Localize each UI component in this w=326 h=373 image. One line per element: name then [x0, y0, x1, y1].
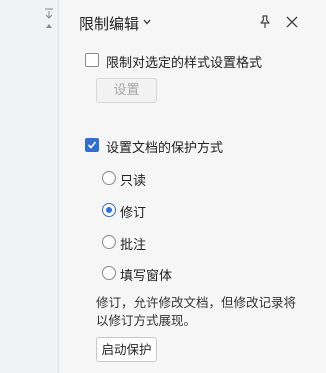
- checkmark-icon: [87, 141, 97, 149]
- pin-icon[interactable]: [257, 14, 273, 30]
- protection-label: 设置文档的保护方式: [106, 141, 224, 156]
- radio-readonly-label: 只读: [120, 174, 147, 189]
- radio-readonly[interactable]: [102, 171, 116, 185]
- radio-fill-form-label: 填写窗体: [120, 269, 173, 284]
- radio-revision[interactable]: [102, 203, 116, 217]
- left-strip: [0, 0, 59, 373]
- settings-button: 设置: [96, 78, 157, 103]
- format-restriction-checkbox[interactable]: [85, 53, 99, 67]
- panel-title[interactable]: 限制编辑: [79, 13, 139, 34]
- protection-description: 修订，允许修改文档，但修改记录将以修订方式展现。: [96, 295, 297, 328]
- radio-comment-label: 批注: [120, 238, 147, 253]
- panel-header: 限制编辑: [59, 0, 326, 44]
- close-icon[interactable]: [285, 15, 299, 29]
- radio-revision-label: 修订: [120, 206, 147, 221]
- split-handle-icon[interactable]: [43, 6, 55, 30]
- radio-fill-form[interactable]: [102, 266, 116, 280]
- protection-checkbox[interactable]: [85, 138, 99, 152]
- start-protection-button[interactable]: 启动保护: [96, 337, 157, 362]
- radio-comment[interactable]: [102, 235, 116, 249]
- format-restriction-label: 限制对选定的样式设置格式: [106, 56, 263, 71]
- restrict-editing-panel: 限制编辑 限制对选定的样式设置格式 设置 设置文档的保护方式 只读 修订 批注 …: [59, 0, 326, 373]
- chevron-down-icon[interactable]: [143, 19, 151, 25]
